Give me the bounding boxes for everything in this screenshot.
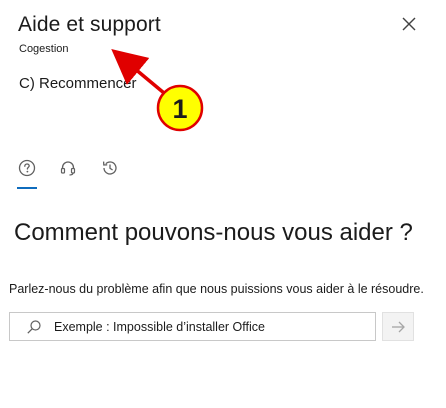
tab-contact[interactable] [55, 156, 81, 182]
main-heading: Comment pouvons-nous vous aider ? [14, 219, 413, 246]
search-box[interactable] [9, 312, 376, 341]
close-button[interactable] [400, 15, 418, 33]
tab-history[interactable] [97, 156, 123, 182]
active-tab-indicator [17, 187, 37, 189]
history-icon [102, 161, 117, 175]
submit-button[interactable] [382, 312, 414, 341]
search-icon [27, 320, 41, 334]
annotation-overlay: 1 [111, 49, 204, 132]
annotation-badge-number: 1 [172, 94, 187, 124]
search-input[interactable] [54, 316, 364, 337]
annotation-badge: 1 [156, 84, 204, 132]
restart-link[interactable]: C) Recommencer [19, 75, 137, 92]
arrow-right-icon [392, 321, 405, 333]
close-icon [402, 17, 416, 31]
main-description: Parlez-nous du problème afin que nous pu… [9, 282, 424, 296]
headset-icon [60, 161, 76, 176]
tab-bar [12, 156, 132, 192]
panel-title: Aide et support [18, 13, 161, 36]
tab-help[interactable] [14, 156, 40, 182]
question-circle-icon [18, 159, 36, 177]
panel-subtitle: Cogestion [19, 43, 69, 55]
help-support-panel: Aide et support Cogestion C) Recommencer… [0, 0, 446, 408]
